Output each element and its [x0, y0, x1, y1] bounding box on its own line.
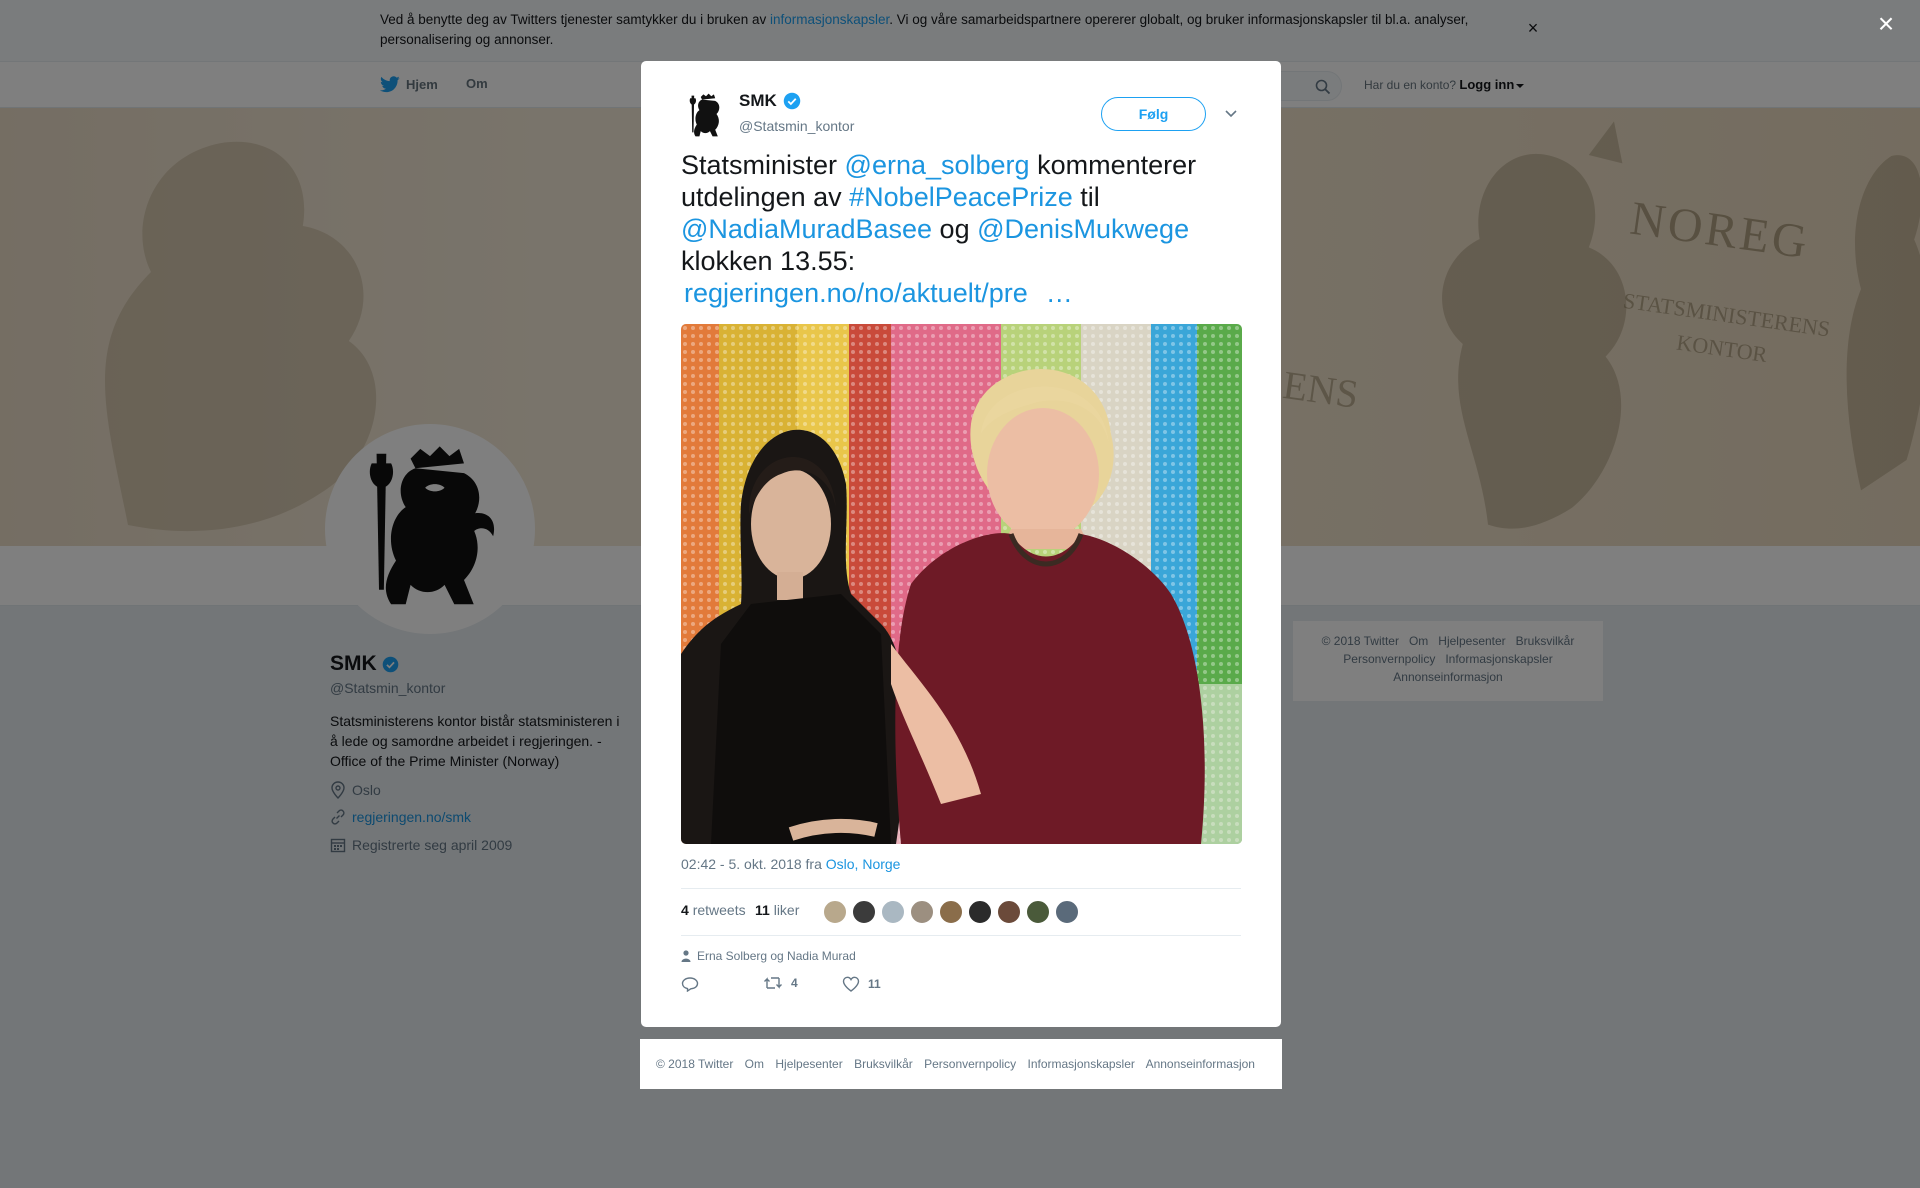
tweet-url-ellipsis: …	[1045, 278, 1073, 308]
tweet-modal: SMK @Statsmin_kontor Følg Statsminister …	[641, 61, 1281, 1027]
mention-erna-solberg[interactable]: @erna_solberg	[845, 150, 1030, 180]
retweet-icon	[764, 977, 782, 989]
verified-badge-icon	[783, 92, 801, 110]
footer-link-help[interactable]: Hjelpesenter	[775, 1057, 842, 1071]
liker-avatar[interactable]	[910, 900, 934, 924]
heart-icon	[842, 976, 860, 992]
follow-button[interactable]: Følg	[1101, 97, 1206, 131]
footer-link-privacy[interactable]: Personvernpolicy	[924, 1057, 1016, 1071]
likers-avatars	[823, 900, 1084, 924]
person-icon	[681, 950, 691, 962]
like-button[interactable]: 11	[842, 976, 881, 992]
tweet-timestamp[interactable]: 02:42 - 5. okt. 2018 fra	[681, 856, 826, 872]
tweet-meta: 02:42 - 5. okt. 2018 fra Oslo, Norge	[681, 856, 900, 872]
liker-avatar[interactable]	[997, 900, 1021, 924]
liker-avatar[interactable]	[823, 900, 847, 924]
norwegian-lion-icon	[689, 93, 720, 137]
chevron-down-icon[interactable]	[1224, 106, 1238, 120]
liker-avatar[interactable]	[1026, 900, 1050, 924]
retweets-stat[interactable]: 4 retweets	[681, 902, 746, 918]
hashtag-nobelpeaceprize[interactable]: #NobelPeacePrize	[849, 182, 1073, 212]
tweet-author-avatar[interactable]	[681, 91, 731, 141]
modal-footer: © 2018 Twitter Om Hjelpesenter Bruksvilk…	[640, 1039, 1282, 1089]
liker-avatar[interactable]	[968, 900, 992, 924]
footer-link-terms[interactable]: Bruksvilkår	[854, 1057, 913, 1071]
footer-copyright: © 2018 Twitter	[656, 1057, 734, 1071]
liker-avatar[interactable]	[1055, 900, 1079, 924]
reply-button[interactable]	[681, 976, 707, 992]
tweet-text: Statsminister @erna_solberg kommenterer …	[681, 150, 1197, 308]
photo-two-women-rainbow-backdrop	[681, 324, 1242, 844]
retweet-button[interactable]: 4	[763, 976, 798, 990]
tweet-location-link[interactable]: Oslo, Norge	[826, 856, 901, 872]
liker-avatar[interactable]	[852, 900, 876, 924]
close-icon[interactable]: ×	[1874, 10, 1898, 38]
footer-link-about[interactable]: Om	[745, 1057, 764, 1071]
likes-stat[interactable]: 11 liker	[755, 902, 799, 918]
liker-avatar[interactable]	[939, 900, 963, 924]
reply-icon	[681, 977, 699, 992]
tweet-photo[interactable]	[681, 324, 1242, 844]
footer-link-ads[interactable]: Annonseinformasjon	[1146, 1057, 1255, 1071]
tweet-author-handle[interactable]: @Statsmin_kontor	[739, 118, 854, 134]
tweet-stats: 4 retweets 11 liker	[681, 888, 1241, 936]
mention-nadiamuradbasee[interactable]: @NadiaMuradBasee	[681, 214, 932, 244]
footer-link-cookies[interactable]: Informasjonskapsler	[1028, 1057, 1135, 1071]
tweet-url-link[interactable]: regjeringen.no/no/aktuelt/pre	[684, 278, 1028, 308]
tweet-author-name[interactable]: SMK	[739, 91, 801, 111]
liker-avatar[interactable]	[881, 900, 905, 924]
mention-denismukwege[interactable]: @DenisMukwege	[977, 214, 1189, 244]
tagged-people[interactable]: Erna Solberg og Nadia Murad	[681, 949, 856, 963]
